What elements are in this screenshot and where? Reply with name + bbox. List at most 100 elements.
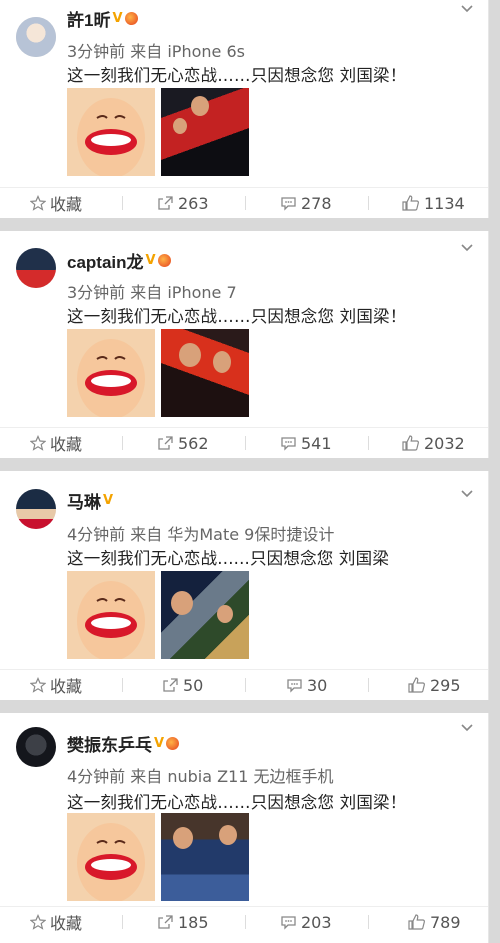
like-button[interactable]: 2032 [402,428,465,458]
avatar[interactable] [16,489,56,529]
action-bar: 收藏 50 30 295 [0,669,488,700]
username[interactable]: captain龙 [67,248,144,273]
comment-button[interactable]: 203 [280,907,332,937]
avatar[interactable] [16,17,56,57]
chevron-down-icon[interactable] [460,721,474,735]
comment-button[interactable]: 278 [280,188,332,218]
cartoon-thumbnail[interactable] [67,88,155,176]
repost-button[interactable]: 185 [157,907,209,937]
repost-count: 50 [183,675,204,695]
post-meta: 3分钟前 来自 iPhone 7 [67,283,237,302]
repost-count: 263 [178,193,209,213]
divider [368,196,369,210]
cartoon-thumbnail[interactable] [67,329,155,417]
verified-v-icon: V [145,252,156,268]
username[interactable]: 樊振东乒乓 [67,731,152,756]
thumbs-up-icon [408,914,425,930]
thumbs-up-icon [408,677,425,693]
username[interactable]: 马琳 [67,488,101,513]
share-icon [158,196,173,210]
divider [245,678,246,692]
action-bar: 收藏 263 278 1134 [0,187,488,218]
divider [368,436,369,450]
favorite-label: 收藏 [50,195,83,214]
username[interactable]: 許1昕 [67,6,110,31]
post-text: 这一刻我们无心恋战……只因想念您 刘国梁！ [67,66,407,85]
thumbs-up-icon [402,195,419,211]
star-icon [30,195,46,211]
like-count: 789 [430,912,461,932]
post-meta: 3分钟前 来自 iPhone 6s [67,42,245,61]
comment-icon [281,197,296,211]
post-meta: 4分钟前 来自 华为Mate 9保时捷设计 [67,525,335,544]
action-bar: 收藏 562 541 2032 [0,427,488,458]
favorite-label: 收藏 [50,677,83,696]
share-icon [158,436,173,450]
comment-count: 30 [307,675,328,695]
member-badge-icon [124,11,138,25]
weibo-post: captain龙 V 3分钟前 来自 iPhone 7 这一刻我们无心恋战……只… [0,231,489,458]
like-button[interactable]: 1134 [402,188,465,218]
member-badge-icon [166,736,180,750]
like-button[interactable]: 295 [408,670,461,700]
chevron-down-icon[interactable] [460,241,474,255]
divider [122,436,123,450]
favorite-button[interactable]: 收藏 [30,428,82,458]
divider [245,196,246,210]
thumbs-up-icon [402,435,419,451]
verified-v-icon: V [154,735,165,751]
post-text: 这一刻我们无心恋战……只因想念您 刘国梁！ [67,793,407,812]
star-icon [30,914,46,930]
photo-thumbnail[interactable] [161,88,249,176]
cartoon-thumbnail[interactable] [67,571,155,659]
chevron-down-icon[interactable] [460,487,474,501]
post-meta: 4分钟前 来自 nubia Z11 无边框手机 [67,767,334,786]
divider [368,678,369,692]
member-badge-icon [157,253,171,267]
like-count: 295 [430,675,461,695]
verified-v-icon: V [103,492,114,508]
weibo-post: 許1昕 V 3分钟前 来自 iPhone 6s 这一刻我们无心恋战……只因想念您… [0,0,489,218]
comment-count: 203 [301,912,332,932]
share-icon [163,678,178,692]
verified-v-icon: V [112,10,123,26]
favorite-button[interactable]: 收藏 [30,670,82,700]
divider [122,915,123,929]
user-row: 马琳 V [67,488,113,512]
comment-count: 278 [301,193,332,213]
user-row: captain龙 V [67,248,171,272]
divider [245,915,246,929]
star-icon [30,677,46,693]
favorite-label: 收藏 [50,914,83,933]
divider [122,196,123,210]
cartoon-thumbnail[interactable] [67,813,155,901]
divider [245,436,246,450]
divider [122,678,123,692]
weibo-post: 樊振东乒乓 V 4分钟前 来自 nubia Z11 无边框手机 这一刻我们无心恋… [0,713,489,943]
repost-button[interactable]: 263 [157,188,209,218]
post-text: 这一刻我们无心恋战......只因想念您 刘国梁 [67,549,390,568]
divider [368,915,369,929]
repost-count: 562 [178,433,209,453]
comment-button[interactable]: 30 [286,670,327,700]
favorite-button[interactable]: 收藏 [30,188,82,218]
chevron-down-icon[interactable] [460,2,474,16]
share-icon [158,915,173,929]
avatar[interactable] [16,248,56,288]
photo-thumbnail[interactable] [161,329,249,417]
favorite-label: 收藏 [50,435,83,454]
like-count: 1134 [424,193,465,213]
photo-thumbnail[interactable] [161,813,249,901]
favorite-button[interactable]: 收藏 [30,907,82,937]
action-bar: 收藏 185 203 789 [0,906,488,937]
repost-button[interactable]: 562 [157,428,209,458]
repost-count: 185 [178,912,209,932]
avatar[interactable] [16,727,56,767]
user-row: 樊振东乒乓 V [67,731,180,756]
star-icon [30,435,46,451]
like-button[interactable]: 789 [408,907,461,937]
comment-button[interactable]: 541 [280,428,332,458]
post-text: 这一刻我们无心恋战……只因想念您 刘国梁！ [67,307,407,326]
repost-button[interactable]: 50 [162,670,203,700]
photo-thumbnail[interactable] [161,571,249,659]
